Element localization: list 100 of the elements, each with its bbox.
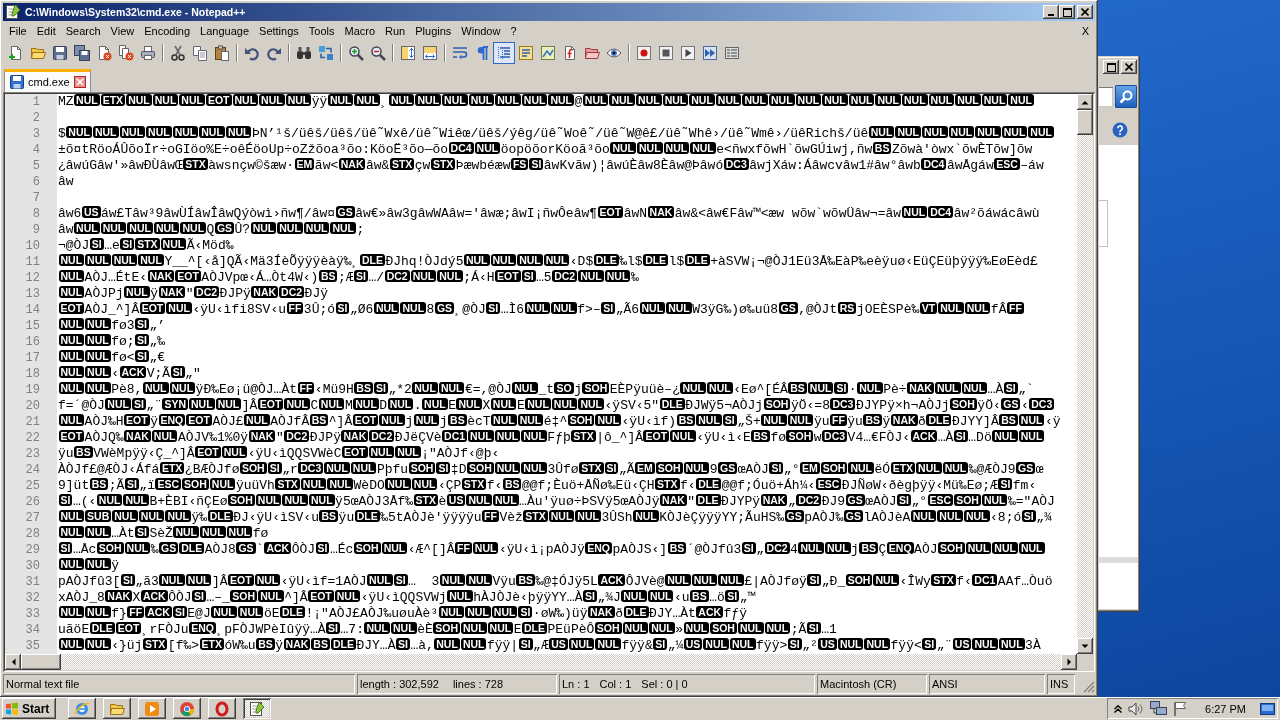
speaker-icon[interactable] xyxy=(1128,701,1145,716)
close-document-button[interactable]: X xyxy=(1075,23,1095,39)
binary-text: ÐJPÿ xyxy=(219,286,251,301)
fast-forward-icon[interactable] xyxy=(702,45,718,61)
horizontal-sync-icon[interactable] xyxy=(422,45,438,61)
resize-grip-icon[interactable] xyxy=(1083,681,1095,693)
stop-icon[interactable] xyxy=(658,45,674,61)
flag-icon[interactable] xyxy=(1173,701,1188,716)
network-icon[interactable] xyxy=(1150,701,1168,716)
scroll-up-button[interactable] xyxy=(1077,94,1093,110)
eye-icon[interactable] xyxy=(606,45,622,61)
control-character: NUL xyxy=(666,302,692,314)
binary-text: ‹8;ó xyxy=(990,510,1022,525)
menu-item[interactable]: Plugins xyxy=(410,23,457,39)
new-file-icon[interactable] xyxy=(8,45,24,61)
redo-icon[interactable] xyxy=(266,45,282,61)
taskbar-button[interactable] xyxy=(138,698,166,719)
menu-item[interactable]: Language xyxy=(195,23,255,39)
close-file-icon[interactable] xyxy=(96,45,112,61)
macro-list-icon[interactable] xyxy=(724,45,740,61)
binary-text: „Æ xyxy=(533,638,549,653)
maximize-button[interactable] xyxy=(1103,60,1119,74)
floppy-disks-icon[interactable] xyxy=(74,45,90,61)
binary-text: V4…€FÒJ‹ xyxy=(847,430,910,445)
chevron-up-icon[interactable] xyxy=(1114,704,1123,713)
binary-text: +àSVW¡¬@ÒJ1Eü3Å‰EàP‰eèÿuø‹EüÇEüþÿÿÿ‰EøEèd£ xyxy=(710,254,1038,269)
menu-item[interactable]: Macro xyxy=(339,23,381,39)
swap-arrows-icon[interactable] xyxy=(318,45,334,61)
file-tab[interactable]: cmd.exe xyxy=(4,69,91,92)
maximize-button[interactable] xyxy=(1059,5,1075,19)
search-field[interactable] xyxy=(1099,86,1113,107)
show-desktop-icon[interactable] xyxy=(1260,701,1275,716)
control-character: NUL xyxy=(769,94,795,106)
word-wrap-icon[interactable] xyxy=(452,45,468,61)
menu-item[interactable]: View xyxy=(105,23,140,39)
scroll-right-button[interactable] xyxy=(1061,654,1077,670)
binary-text: âw xyxy=(58,174,74,189)
taskbar-button[interactable] xyxy=(208,698,236,719)
taskbar-button[interactable] xyxy=(243,698,271,719)
workspace-folder-icon[interactable] xyxy=(584,45,600,61)
control-character: NUL xyxy=(465,606,491,618)
zoom-in-icon[interactable] xyxy=(348,45,364,61)
binary-text: œAÒJ xyxy=(737,462,769,477)
close-files-icon[interactable] xyxy=(118,45,134,61)
menu-item[interactable]: Run xyxy=(380,23,411,39)
menu-item[interactable]: Search xyxy=(60,23,106,39)
menu-item[interactable]: Edit xyxy=(31,23,61,39)
horizontal-scrollbar[interactable] xyxy=(1099,557,1138,563)
menu-item[interactable]: Tools xyxy=(303,23,340,39)
scroll-left-button[interactable] xyxy=(5,654,21,670)
help-icon[interactable] xyxy=(1112,122,1128,138)
scrollbar-thumb[interactable] xyxy=(21,654,61,670)
search-button[interactable] xyxy=(1115,85,1137,108)
down-arrow-icon xyxy=(1081,643,1089,649)
folder-icon[interactable] xyxy=(30,45,46,61)
binary-text: …/ xyxy=(368,270,385,285)
scroll-down-button[interactable] xyxy=(1077,638,1093,654)
menu-item[interactable]: Settings xyxy=(254,23,304,39)
scrollbar-thumb[interactable] xyxy=(1077,110,1093,135)
taskbar-button[interactable] xyxy=(173,698,201,719)
text-area[interactable] xyxy=(5,94,1077,654)
binary-text: Vèž xyxy=(499,510,523,525)
menu-item[interactable]: Encoding xyxy=(139,23,196,39)
printer-icon[interactable] xyxy=(140,45,156,61)
close-button[interactable] xyxy=(1077,5,1093,19)
control-character: BS xyxy=(999,414,1018,426)
binary-text: …à, xyxy=(410,638,434,653)
control-character: NUL xyxy=(472,542,499,554)
control-character: ETX xyxy=(199,638,224,650)
control-character: NUL xyxy=(1028,126,1054,138)
binary-text: ‰5tAÒJè'ÿÿÿÿu xyxy=(380,510,482,525)
binary-text: ‹ÇP xyxy=(437,478,462,493)
control-character: GS xyxy=(236,542,256,554)
control-character: NUL xyxy=(152,94,179,106)
menu-item[interactable]: Window xyxy=(456,23,506,39)
scissors-icon[interactable] xyxy=(170,45,186,61)
function-list-icon[interactable] xyxy=(562,45,578,61)
start-button[interactable]: Start xyxy=(2,698,56,719)
undo-icon[interactable] xyxy=(244,45,260,61)
close-icon[interactable] xyxy=(73,76,86,88)
play-icon[interactable] xyxy=(680,45,696,61)
copy-icon[interactable] xyxy=(192,45,208,61)
indent-guide-icon[interactable] xyxy=(493,42,515,64)
binary-text: f>– xyxy=(577,302,601,317)
vertical-sync-icon[interactable] xyxy=(400,45,416,61)
binoculars-icon[interactable] xyxy=(296,45,312,61)
minimize-button[interactable] xyxy=(1043,5,1059,19)
taskbar-clock[interactable]: 6:27 PM xyxy=(1205,702,1246,715)
menu-item[interactable]: File xyxy=(4,23,32,39)
close-button[interactable] xyxy=(1121,60,1137,74)
binary-text: …À xyxy=(937,430,954,445)
taskbar-button[interactable] xyxy=(68,698,96,719)
record-icon[interactable] xyxy=(636,45,652,61)
map-icon[interactable] xyxy=(540,45,556,61)
clipboard-icon[interactable] xyxy=(214,45,230,61)
document-icon[interactable] xyxy=(518,45,534,61)
zoom-out-icon[interactable] xyxy=(370,45,386,61)
menu-item[interactable]: ? xyxy=(505,23,522,39)
line-number: 17 xyxy=(25,350,40,366)
taskbar-button[interactable] xyxy=(103,698,131,719)
